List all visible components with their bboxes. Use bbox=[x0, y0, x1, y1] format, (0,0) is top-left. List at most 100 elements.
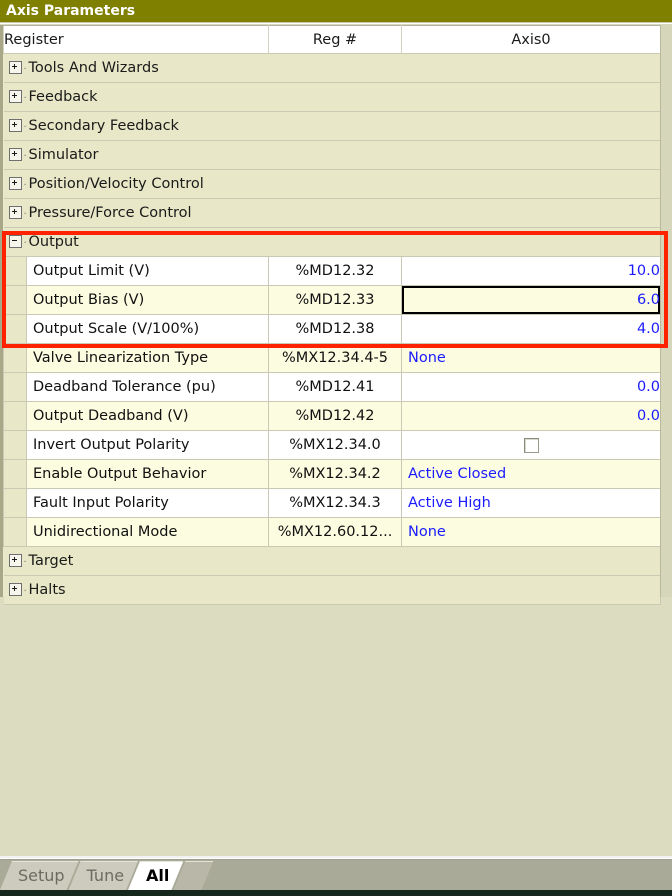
parameter-value-cell[interactable]: Active High bbox=[401, 488, 661, 518]
parameter-name-label: Output Scale (V/100%) bbox=[26, 315, 268, 343]
table-row[interactable]: Output Deadband (V) %MD12.42 0.0 bbox=[3, 401, 661, 431]
parameter-name-cell[interactable]: Deadband Tolerance (pu) bbox=[3, 372, 269, 402]
parameter-name-label: Valve Linearization Type bbox=[26, 344, 268, 372]
tab-bar-bottom-edge bbox=[0, 890, 672, 896]
group-cell[interactable]: · Simulator bbox=[3, 140, 661, 170]
tab-tune[interactable]: Tune bbox=[69, 861, 138, 890]
parameter-name-label: Enable Output Behavior bbox=[26, 460, 268, 488]
parameter-name-label: Output Limit (V) bbox=[26, 257, 268, 285]
group-row[interactable]: · Secondary Feedback bbox=[3, 111, 661, 141]
column-header-axis0[interactable]: Axis0 bbox=[401, 25, 661, 54]
group-row-label: Target bbox=[28, 553, 74, 569]
parameter-name-cell[interactable]: Output Bias (V) bbox=[3, 285, 269, 315]
expand-plus-icon[interactable] bbox=[8, 60, 22, 74]
group-row[interactable]: · Simulator bbox=[3, 140, 661, 170]
parameter-value-cell[interactable]: 4.0 bbox=[401, 314, 661, 344]
table-row[interactable]: Valve Linearization Type %MX12.34.4-5 None bbox=[3, 343, 661, 373]
parameter-name-cell[interactable]: Output Limit (V) bbox=[3, 256, 269, 286]
group-row[interactable]: · Target bbox=[3, 546, 661, 576]
expand-plus-icon[interactable] bbox=[8, 176, 22, 190]
parameter-name-label: Deadband Tolerance (pu) bbox=[26, 373, 268, 401]
table-row[interactable]: Invert Output Polarity %MX12.34.0 bbox=[3, 430, 661, 460]
group-cell[interactable]: · Target bbox=[3, 546, 661, 576]
tab-bar-top-divider bbox=[0, 856, 672, 860]
group-row[interactable]: · Output bbox=[3, 227, 661, 257]
vertical-scrollbar[interactable] bbox=[660, 25, 672, 597]
column-header-register[interactable]: Register bbox=[3, 25, 269, 54]
tab-setup[interactable]: Setup bbox=[0, 861, 79, 890]
window-title-bar: Axis Parameters bbox=[0, 0, 672, 22]
column-header-reg-number[interactable]: Reg # bbox=[268, 25, 402, 54]
register-address-cell[interactable]: %MX12.34.0 bbox=[268, 430, 402, 460]
expand-plus-icon[interactable] bbox=[8, 147, 22, 161]
group-cell[interactable]: · Feedback bbox=[3, 82, 661, 112]
register-address-cell[interactable]: %MD12.38 bbox=[268, 314, 402, 344]
parameter-grid: Register Reg # Axis0 · Tools And Wizards · Fee… bbox=[3, 25, 661, 605]
table-row[interactable]: Unidirectional Mode %MX12.60.12... None bbox=[3, 517, 661, 547]
register-address-cell[interactable]: %MD12.33 bbox=[268, 285, 402, 315]
table-row[interactable]: Output Scale (V/100%) %MD12.38 4.0 bbox=[3, 314, 661, 344]
parameter-value-cell[interactable]: 0.0 bbox=[401, 401, 661, 431]
table-row[interactable]: Fault Input Polarity %MX12.34.3 Active Hig… bbox=[3, 488, 661, 518]
group-row-label: Feedback bbox=[28, 89, 98, 105]
parameter-name-label: Output Bias (V) bbox=[26, 286, 268, 314]
group-row-label: Tools And Wizards bbox=[28, 60, 159, 76]
parameter-value-cell[interactable]: None bbox=[401, 343, 661, 373]
parameter-value-cell[interactable]: 10.0 bbox=[401, 256, 661, 286]
collapse-minus-icon[interactable] bbox=[8, 234, 22, 248]
expand-plus-icon[interactable] bbox=[8, 553, 22, 567]
register-address-cell[interactable]: %MX12.34.2 bbox=[268, 459, 402, 489]
parameter-name-label: Invert Output Polarity bbox=[26, 431, 268, 459]
parameter-value-cell[interactable] bbox=[401, 430, 661, 460]
parameter-name-cell[interactable]: Fault Input Polarity bbox=[3, 488, 269, 518]
parameter-value-cell[interactable]: None bbox=[401, 517, 661, 547]
expand-plus-icon[interactable] bbox=[8, 205, 22, 219]
register-address-cell[interactable]: %MX12.34.4-5 bbox=[268, 343, 402, 373]
table-row[interactable]: Output Limit (V) %MD12.32 10.0 bbox=[3, 256, 661, 286]
group-cell[interactable]: · Position/Velocity Control bbox=[3, 169, 661, 199]
group-row[interactable]: · Halts bbox=[3, 575, 661, 605]
page-title: Axis Parameters bbox=[6, 3, 136, 19]
group-row[interactable]: · Feedback bbox=[3, 82, 661, 112]
parameter-value-cell[interactable]: 0.0 bbox=[401, 372, 661, 402]
register-address-cell[interactable]: %MX12.34.3 bbox=[268, 488, 402, 518]
group-row[interactable]: · Tools And Wizards bbox=[3, 53, 661, 83]
tab-all[interactable]: All bbox=[128, 861, 183, 890]
bottom-tab-bar: Setup Tune All bbox=[0, 856, 672, 896]
register-address-cell[interactable]: %MX12.60.12... bbox=[268, 517, 402, 547]
group-row[interactable]: · Position/Velocity Control bbox=[3, 169, 661, 199]
checkbox-unchecked-icon[interactable] bbox=[523, 437, 539, 453]
parameter-name-cell[interactable]: Output Scale (V/100%) bbox=[3, 314, 269, 344]
group-row-label: Output bbox=[28, 234, 79, 250]
table-row[interactable]: Deadband Tolerance (pu) %MD12.41 0.0 bbox=[3, 372, 661, 402]
parameter-grid-container: Register Reg # Axis0 · Tools And Wizards · Fee… bbox=[0, 25, 672, 605]
group-cell[interactable]: · Tools And Wizards bbox=[3, 53, 661, 83]
group-row[interactable]: · Pressure/Force Control bbox=[3, 198, 661, 228]
parameter-value-cell[interactable]: 6.0 bbox=[401, 285, 661, 315]
expand-plus-icon[interactable] bbox=[8, 118, 22, 132]
group-cell[interactable]: · Halts bbox=[3, 575, 661, 605]
parameter-name-cell[interactable]: Invert Output Polarity bbox=[3, 430, 269, 460]
group-cell[interactable]: · Pressure/Force Control bbox=[3, 198, 661, 228]
group-row-label: Halts bbox=[28, 582, 66, 598]
table-row[interactable]: Enable Output Behavior %MX12.34.2 Active C… bbox=[3, 459, 661, 489]
register-address-cell[interactable]: %MD12.32 bbox=[268, 256, 402, 286]
register-address-cell[interactable]: %MD12.41 bbox=[268, 372, 402, 402]
register-address-cell[interactable]: %MD12.42 bbox=[268, 401, 402, 431]
group-cell[interactable]: · Output bbox=[3, 227, 661, 257]
expand-plus-icon[interactable] bbox=[8, 582, 22, 596]
parameter-value-cell[interactable]: Active Closed bbox=[401, 459, 661, 489]
parameter-name-label: Fault Input Polarity bbox=[26, 489, 268, 517]
parameter-name-label: Unidirectional Mode bbox=[26, 518, 268, 546]
group-cell[interactable]: · Secondary Feedback bbox=[3, 111, 661, 141]
parameter-name-label: Output Deadband (V) bbox=[26, 402, 268, 430]
grid-header-row: Register Reg # Axis0 bbox=[3, 25, 661, 54]
parameter-name-cell[interactable]: Enable Output Behavior bbox=[3, 459, 269, 489]
group-row-label: Pressure/Force Control bbox=[28, 205, 192, 221]
expand-plus-icon[interactable] bbox=[8, 89, 22, 103]
group-row-label: Simulator bbox=[28, 147, 99, 163]
parameter-name-cell[interactable]: Output Deadband (V) bbox=[3, 401, 269, 431]
parameter-name-cell[interactable]: Valve Linearization Type bbox=[3, 343, 269, 373]
parameter-name-cell[interactable]: Unidirectional Mode bbox=[3, 517, 269, 547]
table-row[interactable]: Output Bias (V) %MD12.33 6.0 bbox=[3, 285, 661, 315]
